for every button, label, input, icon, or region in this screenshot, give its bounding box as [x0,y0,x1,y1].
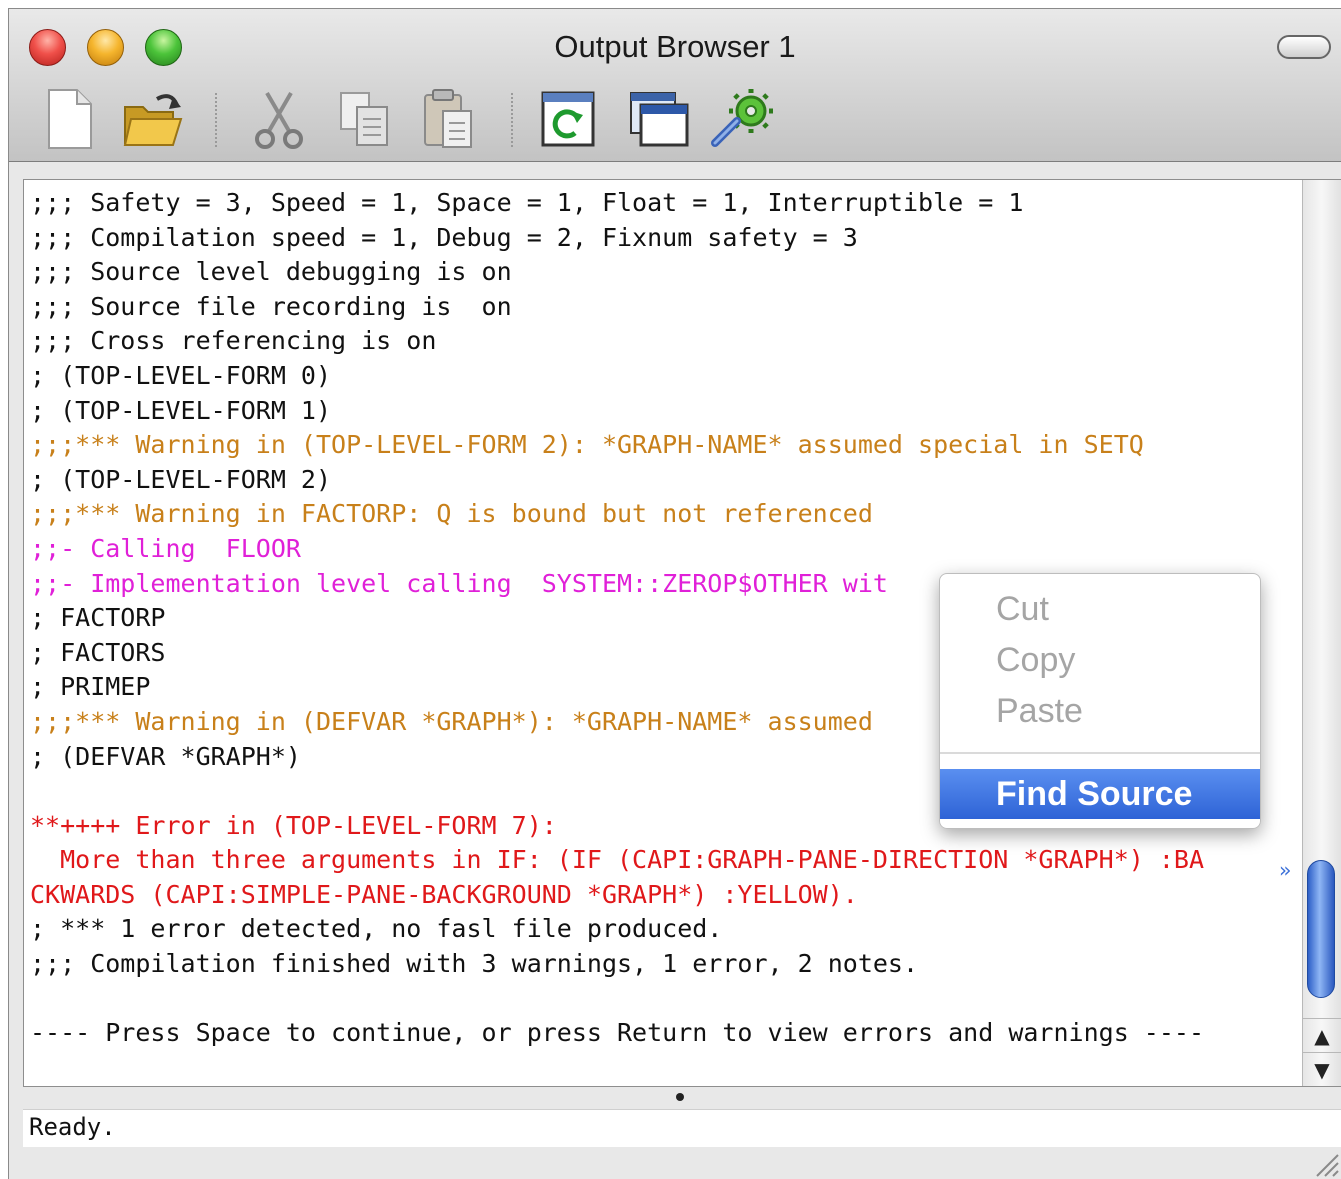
output-line: More than three arguments in IF: (IF (CA… [30,845,1204,875]
output-line: ;;; Compilation finished with 3 warnings… [30,949,919,979]
window-icon[interactable] [627,87,689,151]
pane-splitter[interactable] [9,1087,1341,1109]
toolbar-toggle-button[interactable] [1277,35,1331,59]
output-line: ; (TOP-LEVEL-FORM 0) [30,360,332,390]
status-text: Ready. [29,1113,116,1141]
menu-item-copy[interactable]: Copy [940,635,1260,685]
line-wrap-marker: » [1279,858,1292,882]
toolbar [39,87,1341,151]
output-line: ;;;*** Warning in FACTORP: Q is bound bu… [30,499,873,529]
output-line: ;;- Calling FLOOR [30,533,301,563]
refresh-icon[interactable] [539,87,599,151]
resize-grip-icon[interactable] [1311,1149,1339,1177]
window-title: Output Browser 1 [554,29,796,64]
output-line: ;;; Compilation speed = 1, Debug = 2, Fi… [30,222,858,252]
output-line: CKWARDS (CAPI:SIMPLE-PANE-BACKGROUND *GR… [30,879,858,909]
context-menu: Cut Copy Paste Find Source [939,573,1261,829]
menu-separator [940,752,1260,754]
scrollbar-thumb[interactable] [1307,860,1335,998]
menu-item-cut[interactable]: Cut [940,584,1260,634]
scroll-down-arrow-icon[interactable]: ▼ [1303,1052,1341,1086]
open-folder-icon[interactable] [121,87,183,151]
output-line: ; (TOP-LEVEL-FORM 1) [30,395,332,425]
output-line: ;;; Cross referencing is on [30,326,437,356]
output-line: ;;; Safety = 3, Speed = 1, Space = 1, Fl… [30,188,1024,217]
vertical-scrollbar[interactable]: ▲ ▼ [1302,180,1341,1086]
scroll-up-arrow-icon[interactable]: ▲ [1303,1018,1341,1053]
status-bar: Ready. [23,1109,1341,1147]
menu-item-paste[interactable]: Paste [940,686,1260,736]
output-line: ; (TOP-LEVEL-FORM 2) [30,464,332,494]
output-line: ---- Press Space to continue, or press R… [30,1018,1204,1048]
scissors-icon[interactable] [249,87,309,151]
output-line: ;;; Source file recording is on [30,291,512,321]
splitter-handle-icon[interactable] [676,1093,684,1101]
menu-item-find-source[interactable]: Find Source [940,769,1260,819]
output-line: ;;;*** Warning in (TOP-LEVEL-FORM 2): *G… [30,430,1144,460]
title-bar[interactable]: Output Browser 1 [9,9,1341,162]
toolbar-separator [215,93,217,147]
gear-icon[interactable] [709,87,773,151]
output-line: ;;; Source level debugging is on [30,257,512,287]
copy-icon[interactable] [335,87,395,151]
new-document-icon[interactable] [39,87,99,151]
output-line: ; *** 1 error detected, no fasl file pro… [30,914,723,944]
paste-icon[interactable] [419,87,479,151]
toolbar-separator [511,93,513,147]
